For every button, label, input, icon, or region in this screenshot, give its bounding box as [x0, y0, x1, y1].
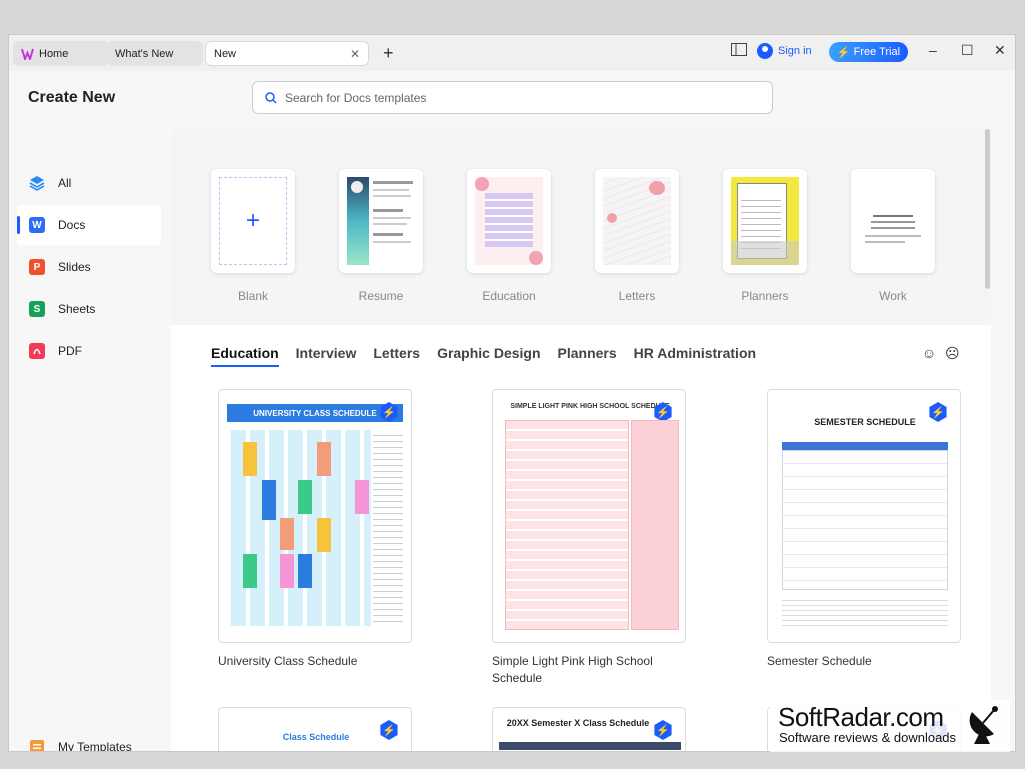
- tab-home-label: Home: [39, 47, 69, 60]
- my-templates-button[interactable]: My Templates: [17, 727, 161, 752]
- template-letters[interactable]: Letters: [595, 169, 679, 303]
- category-tabs: Education Interview Letters Graphic Desi…: [211, 345, 756, 367]
- wps-logo-icon: [21, 48, 34, 60]
- template-label: Work: [879, 289, 907, 303]
- template-card[interactable]: SIMPLE LIGHT PINK HIGH SCHOOL SCHEDULE ⚡: [492, 389, 686, 643]
- sidebar-item-sheets[interactable]: S Sheets: [17, 289, 161, 329]
- layout-switch-icon[interactable]: [731, 43, 747, 59]
- sign-in-label: Sign in: [778, 45, 812, 57]
- app-window: Home What's New New ✕ + Sign in ⚡ Free T…: [8, 34, 1016, 752]
- sidebar-item-pdf[interactable]: PDF: [17, 331, 161, 371]
- softradar-watermark: SoftRadar.com Software reviews & downloa…: [770, 700, 1010, 752]
- tab-interview[interactable]: Interview: [296, 345, 357, 367]
- tab-hr-administration[interactable]: HR Administration: [634, 345, 756, 367]
- watermark-title: SoftRadar.com: [778, 702, 944, 732]
- template-label: Resume: [358, 289, 404, 303]
- template-label: Planners: [741, 289, 789, 303]
- main-panel: + Blank Resume Education Letters Planner…: [171, 127, 991, 751]
- tab-home[interactable]: Home: [13, 41, 109, 66]
- satellite-dish-icon: [969, 706, 998, 744]
- smile-feedback-icon[interactable]: ☺: [922, 345, 936, 361]
- free-trial-button[interactable]: ⚡ Free Trial: [829, 42, 908, 62]
- tab-education[interactable]: Education: [211, 345, 279, 367]
- sidebar: Create New All W Docs P Slides S Sheets …: [9, 71, 169, 752]
- card-title[interactable]: University Class Schedule: [218, 653, 398, 670]
- card-thumb-header: UNIVERSITY CLASS SCHEDULE: [227, 404, 403, 422]
- layers-icon: [29, 176, 45, 191]
- minimize-icon[interactable]: –: [929, 42, 937, 58]
- search-placeholder: Search for Docs templates: [285, 90, 427, 105]
- template-thumb: [467, 169, 551, 273]
- watermark-subtitle: Software reviews & downloads: [779, 730, 957, 745]
- scrollbar[interactable]: [985, 129, 990, 289]
- template-card[interactable]: UNIVERSITY CLASS SCHEDULE ⚡: [218, 389, 412, 643]
- template-label: Letters: [618, 289, 656, 303]
- recent-templates-row: + Blank Resume Education Letters Planner…: [171, 127, 991, 325]
- template-thumb: +: [211, 169, 295, 273]
- tab-new-label: New: [214, 47, 237, 60]
- card-thumb-header: SIMPLE LIGHT PINK HIGH SCHOOL SCHEDULE: [510, 402, 670, 410]
- pdf-app-icon: [29, 343, 45, 359]
- sign-in-button[interactable]: Sign in: [757, 43, 812, 59]
- tab-letters[interactable]: Letters: [373, 345, 420, 367]
- user-avatar-icon: [757, 43, 773, 59]
- template-label: Blank: [237, 289, 269, 303]
- template-work[interactable]: Work: [851, 169, 935, 303]
- card-thumb-header: SEMESTER SCHEDULE: [814, 417, 916, 427]
- card-thumb-header: 20XX Semester X Class Schedule: [506, 718, 650, 728]
- template-thumb: [595, 169, 679, 273]
- sidebar-item-slides[interactable]: P Slides: [17, 247, 161, 287]
- title-bar: Home What's New New ✕ + Sign in ⚡ Free T…: [9, 35, 1015, 71]
- tab-whats-new[interactable]: What's New: [107, 41, 203, 66]
- sidebar-item-label: Docs: [58, 218, 86, 232]
- template-thumb: [723, 169, 807, 273]
- slides-app-icon: P: [29, 259, 45, 275]
- template-card[interactable]: 20XX Semester X Class Schedule ⚡: [492, 707, 686, 751]
- sidebar-item-all[interactable]: All: [17, 163, 161, 203]
- template-education[interactable]: Education: [467, 169, 551, 303]
- template-folder-icon: [30, 740, 44, 751]
- search-input[interactable]: Search for Docs templates: [252, 81, 773, 114]
- sidebar-item-label: Sheets: [58, 302, 96, 316]
- template-thumb: [851, 169, 935, 273]
- template-resume[interactable]: Resume: [339, 169, 423, 303]
- template-card[interactable]: SEMESTER SCHEDULE ⚡: [767, 389, 961, 643]
- maximize-icon[interactable]: ☐: [961, 42, 974, 59]
- tab-new[interactable]: New ✕: [205, 41, 369, 66]
- tab-planners[interactable]: Planners: [558, 345, 617, 367]
- template-blank[interactable]: + Blank: [211, 169, 295, 303]
- bolt-icon: ⚡: [836, 46, 851, 59]
- docs-app-icon: W: [29, 217, 45, 233]
- sidebar-item-label: All: [58, 176, 72, 190]
- semester-table-graphic: [782, 450, 948, 590]
- sidebar-item-label: PDF: [58, 344, 82, 358]
- schedule-table-graphic: [505, 420, 629, 630]
- tab-graphic-design[interactable]: Graphic Design: [437, 345, 540, 367]
- frown-feedback-icon[interactable]: ☹: [945, 345, 960, 362]
- my-templates-label: My Templates: [58, 740, 132, 752]
- template-thumb: [339, 169, 423, 273]
- card-title[interactable]: Semester Schedule: [767, 653, 947, 670]
- page-title: Create New: [28, 89, 116, 106]
- free-trial-label: Free Trial: [853, 46, 901, 58]
- tab-whats-new-label: What's New: [115, 47, 174, 60]
- sidebar-item-label: Slides: [58, 260, 91, 274]
- sheets-app-icon: S: [29, 301, 45, 317]
- close-window-icon[interactable]: ✕: [994, 42, 1006, 59]
- template-planners[interactable]: Planners: [723, 169, 807, 303]
- sidebar-item-docs[interactable]: W Docs: [17, 205, 161, 245]
- template-label: Education: [482, 289, 536, 303]
- search-icon: [265, 91, 277, 104]
- plus-icon: +: [219, 177, 287, 265]
- tab-close-icon[interactable]: ✕: [350, 47, 360, 61]
- template-card[interactable]: Class Schedule ⚡: [218, 707, 412, 751]
- card-title[interactable]: Simple Light Pink High School Schedule: [492, 653, 672, 687]
- new-tab-button[interactable]: +: [383, 43, 394, 64]
